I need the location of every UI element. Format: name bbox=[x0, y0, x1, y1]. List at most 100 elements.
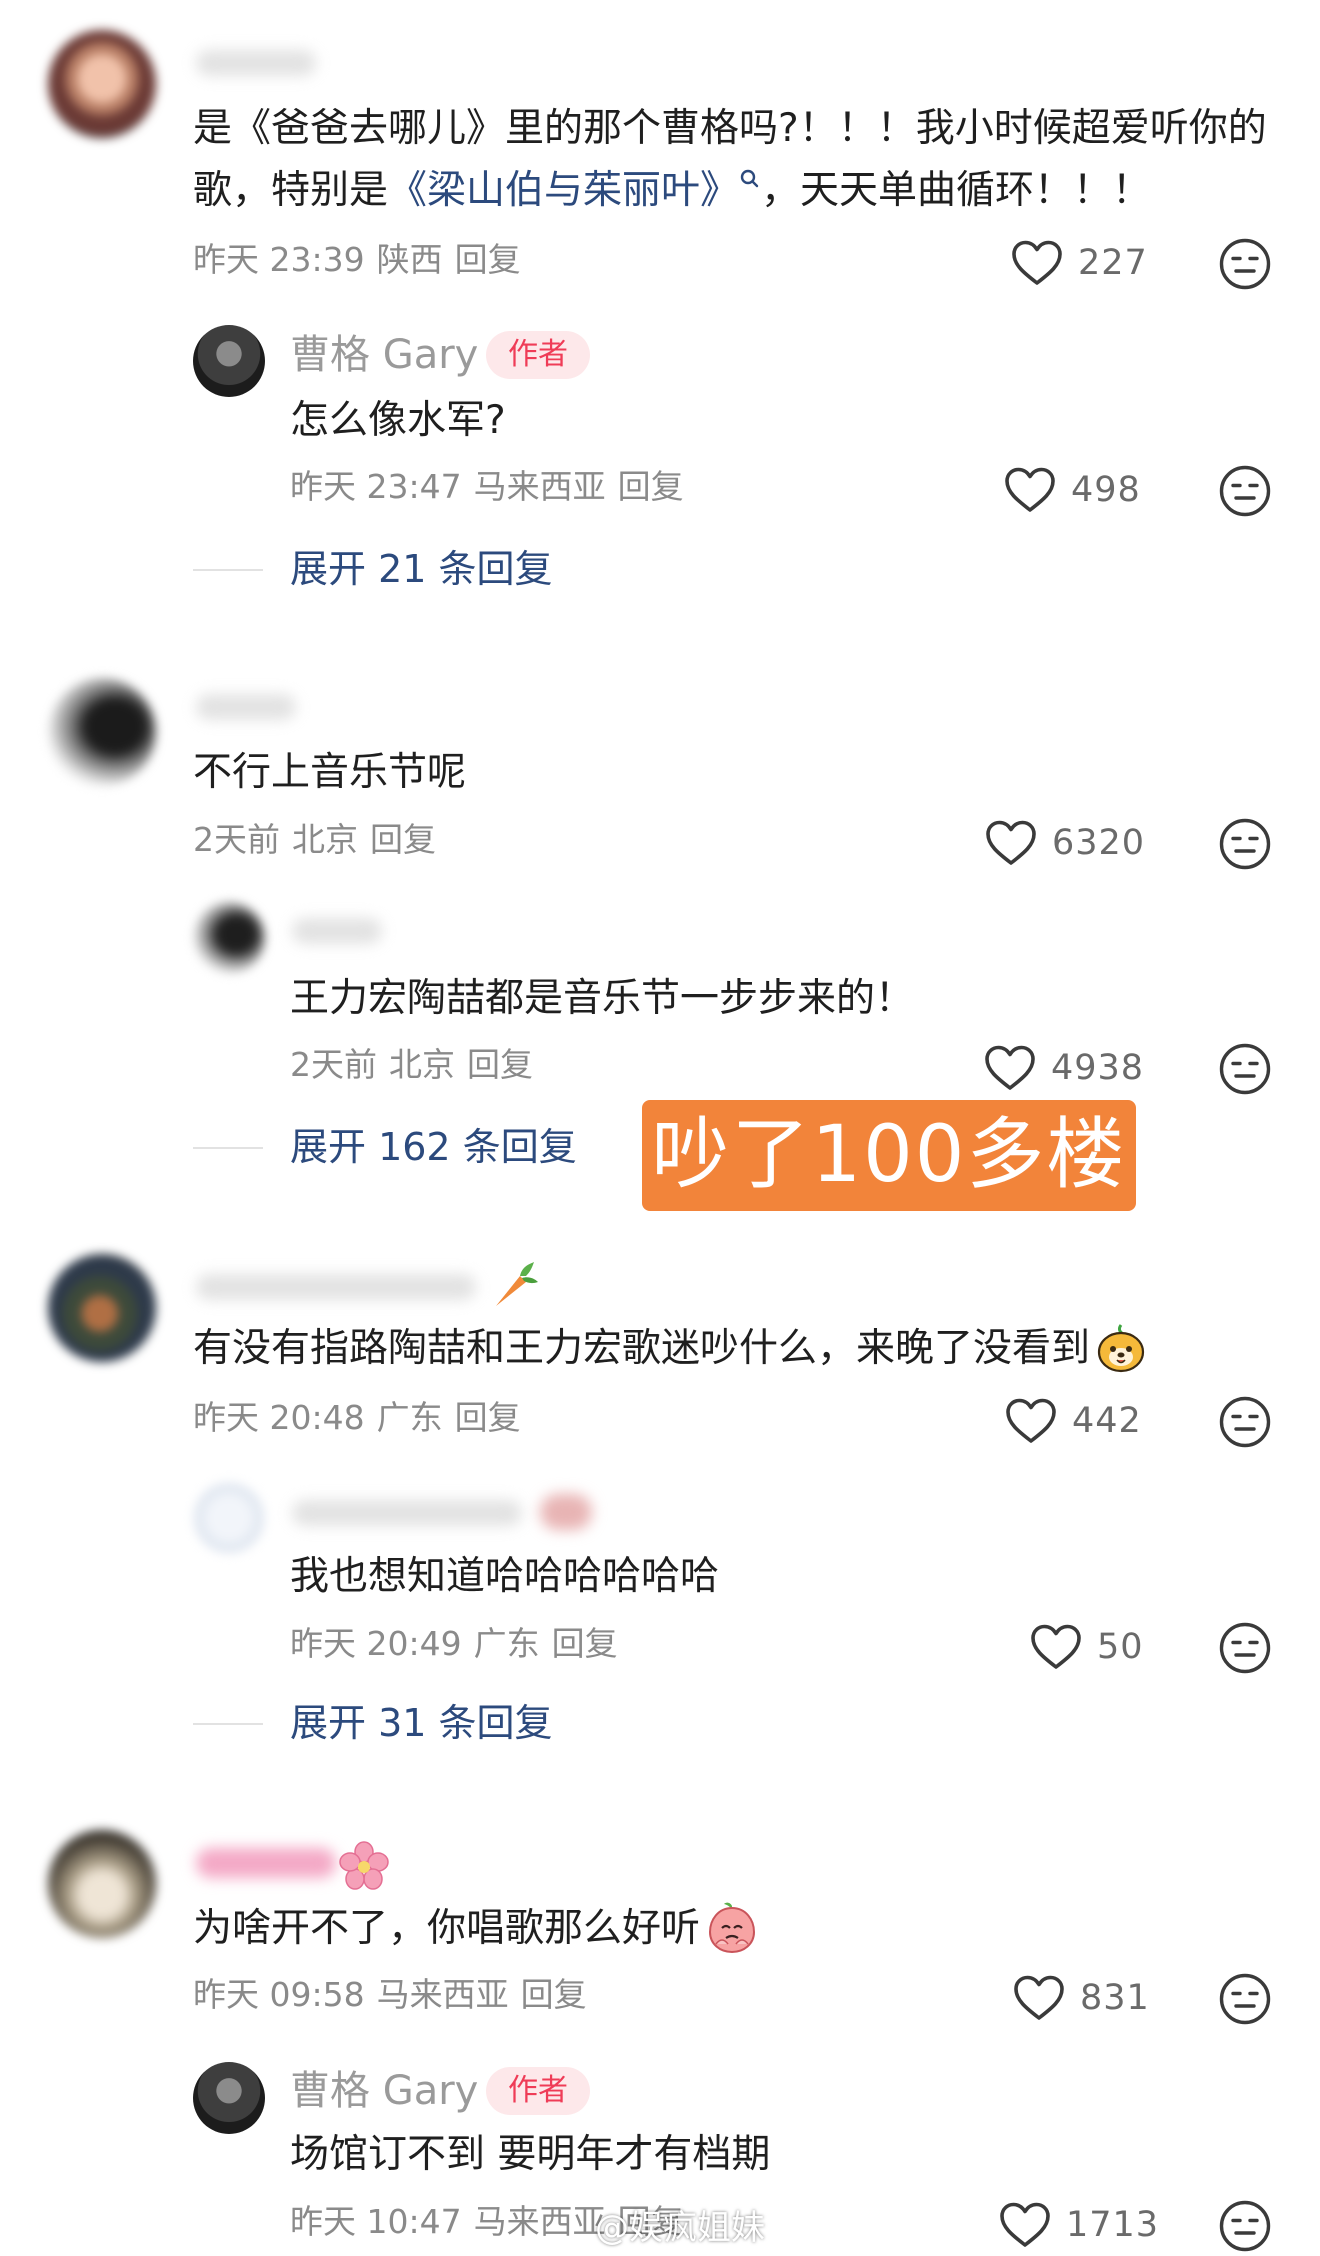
meh-face-icon[interactable] bbox=[1218, 464, 1272, 518]
like-button[interactable]: 227 bbox=[1010, 233, 1148, 293]
username-blurred[interactable] bbox=[292, 1500, 522, 1526]
comment-meta: 昨天 09:58 马来西亚 回复 bbox=[193, 1973, 587, 2017]
reply-meta: 昨天 20:49 广东 回复 bbox=[290, 1622, 618, 1666]
comment-meta: 昨天 23:39 陕西 回复 bbox=[193, 238, 521, 282]
heart-outline-icon bbox=[984, 819, 1038, 867]
username-blurred[interactable] bbox=[292, 918, 382, 944]
reply-time: 昨天 10:47 bbox=[290, 2202, 462, 2241]
expand-replies-link[interactable]: 展开 162 条回复 bbox=[290, 1122, 577, 1172]
peach-emoji bbox=[709, 1902, 756, 1953]
reply-meta: 昨天 23:47 马来西亚 回复 bbox=[290, 465, 684, 509]
username-blurred[interactable] bbox=[196, 1848, 336, 1878]
reply-avatar[interactable] bbox=[193, 902, 265, 974]
overlay-caption: 吵了100多楼 bbox=[642, 1100, 1136, 1211]
comment-time: 2天前 bbox=[193, 820, 280, 859]
comment-location: 北京 bbox=[292, 820, 358, 859]
reply-text: 怎么像水军? bbox=[290, 398, 506, 443]
comment-text-body: 为啥开不了，你唱歌那么好听 bbox=[193, 1906, 701, 1951]
user-avatar[interactable] bbox=[48, 1830, 156, 1938]
like-count: 831 bbox=[1080, 1978, 1150, 2018]
user-avatar[interactable] bbox=[48, 678, 156, 786]
meh-face-icon[interactable] bbox=[1218, 1621, 1272, 1675]
flower-emoji bbox=[339, 1841, 389, 1890]
search-link-icon[interactable] bbox=[739, 168, 761, 190]
expand-divider bbox=[193, 569, 263, 571]
like-count: 1713 bbox=[1066, 2205, 1160, 2245]
comment-location: 陕西 bbox=[376, 240, 443, 279]
username-blurred[interactable] bbox=[196, 50, 316, 76]
reply-button[interactable]: 回复 bbox=[552, 1624, 618, 1663]
author-badge: 作者 bbox=[486, 2067, 590, 2115]
reply-button[interactable]: 回复 bbox=[455, 240, 521, 279]
comment-text: 有没有指路陶喆和王力宏歌迷吵什么，来晚了没看到 bbox=[193, 1318, 1148, 1380]
like-button[interactable]: 50 bbox=[1029, 1617, 1144, 1677]
heart-outline-icon bbox=[1010, 239, 1064, 287]
comment-time: 昨天 09:58 bbox=[193, 1975, 365, 2014]
heart-outline-icon bbox=[1003, 466, 1057, 514]
like-button[interactable]: 4938 bbox=[983, 1038, 1144, 1098]
reply-username[interactable]: 曹格 Gary bbox=[290, 2066, 478, 2116]
reply-button[interactable]: 回复 bbox=[467, 1045, 533, 1084]
meh-face-icon[interactable] bbox=[1218, 1042, 1272, 1096]
username-blurred[interactable] bbox=[196, 694, 296, 720]
like-count: 6320 bbox=[1052, 823, 1146, 863]
like-count: 442 bbox=[1072, 1401, 1142, 1441]
comment-time: 昨天 20:48 bbox=[193, 1398, 365, 1437]
reply-text: 王力宏陶喆都是音乐节一步步来的！ bbox=[290, 976, 915, 1021]
reply-location: 广东 bbox=[473, 1624, 540, 1663]
meh-face-icon[interactable] bbox=[1218, 1972, 1272, 2026]
reply-time: 2天前 bbox=[290, 1045, 377, 1084]
reply-time: 昨天 23:47 bbox=[290, 467, 462, 506]
like-count: 4938 bbox=[1051, 1048, 1145, 1088]
comment-text-body: 有没有指路陶喆和王力宏歌迷吵什么，来晚了没看到 bbox=[193, 1326, 1091, 1371]
comment-location: 马来西亚 bbox=[376, 1975, 509, 2014]
like-count: 50 bbox=[1097, 1627, 1144, 1667]
comment-location: 广东 bbox=[376, 1398, 443, 1437]
meh-face-icon[interactable] bbox=[1218, 2199, 1272, 2253]
song-link[interactable]: 《梁山伯与茱丽叶》 bbox=[388, 168, 739, 213]
reply-username[interactable]: 曹格 Gary bbox=[290, 330, 478, 380]
comment-text: 不行上音乐节呢 bbox=[193, 750, 467, 795]
reply-text: 场馆订不到 要明年才有档期 bbox=[290, 2132, 771, 2177]
like-button[interactable]: 6320 bbox=[984, 813, 1145, 873]
dog-emoji bbox=[1097, 1323, 1145, 1372]
heart-outline-icon bbox=[998, 2201, 1052, 2249]
author-avatar[interactable] bbox=[193, 2062, 265, 2134]
reply-avatar[interactable] bbox=[193, 1482, 265, 1554]
heart-outline-icon bbox=[983, 1044, 1037, 1092]
like-count: 498 bbox=[1071, 470, 1141, 510]
reply-meta: 2天前 北京 回复 bbox=[290, 1043, 533, 1087]
meh-face-icon[interactable] bbox=[1218, 1395, 1272, 1449]
heart-outline-icon bbox=[1029, 1623, 1083, 1671]
comment-time: 昨天 23:39 bbox=[193, 240, 365, 279]
reply-location: 马来西亚 bbox=[473, 2202, 606, 2241]
author-badge: 作者 bbox=[486, 331, 590, 379]
meh-face-icon[interactable] bbox=[1218, 237, 1272, 291]
reply-text: 我也想知道哈哈哈哈哈哈 bbox=[290, 1554, 720, 1599]
reply-button[interactable]: 回复 bbox=[521, 1975, 587, 2014]
watermark: @娱疯姐妹 bbox=[595, 2208, 765, 2248]
like-count: 227 bbox=[1078, 243, 1148, 283]
expand-replies-link[interactable]: 展开 21 条回复 bbox=[290, 544, 553, 594]
reply-location: 北京 bbox=[389, 1045, 455, 1084]
comment-meta: 昨天 20:48 广东 回复 bbox=[193, 1396, 521, 1440]
username-blurred[interactable] bbox=[196, 1274, 476, 1300]
meh-face-icon[interactable] bbox=[1218, 817, 1272, 871]
reply-button[interactable]: 回复 bbox=[618, 467, 684, 506]
like-button[interactable]: 442 bbox=[1004, 1391, 1142, 1451]
author-avatar[interactable] bbox=[193, 325, 265, 397]
user-avatar[interactable] bbox=[48, 1254, 156, 1362]
expand-divider bbox=[193, 1723, 263, 1725]
comment-text-after: ，天天单曲循环！！！ bbox=[761, 168, 1152, 213]
reply-button[interactable]: 回复 bbox=[455, 1398, 521, 1437]
heart-outline-icon bbox=[1004, 1397, 1058, 1445]
reply-location: 马来西亚 bbox=[473, 467, 606, 506]
expand-replies-link[interactable]: 展开 31 条回复 bbox=[290, 1698, 553, 1748]
expand-divider bbox=[193, 1147, 263, 1149]
comment-meta: 2天前 北京 回复 bbox=[193, 818, 436, 862]
user-avatar[interactable] bbox=[48, 30, 156, 138]
like-button[interactable]: 1713 bbox=[998, 2195, 1159, 2255]
like-button[interactable]: 498 bbox=[1003, 460, 1141, 520]
reply-button[interactable]: 回复 bbox=[370, 820, 436, 859]
like-button[interactable]: 831 bbox=[1012, 1968, 1150, 2028]
